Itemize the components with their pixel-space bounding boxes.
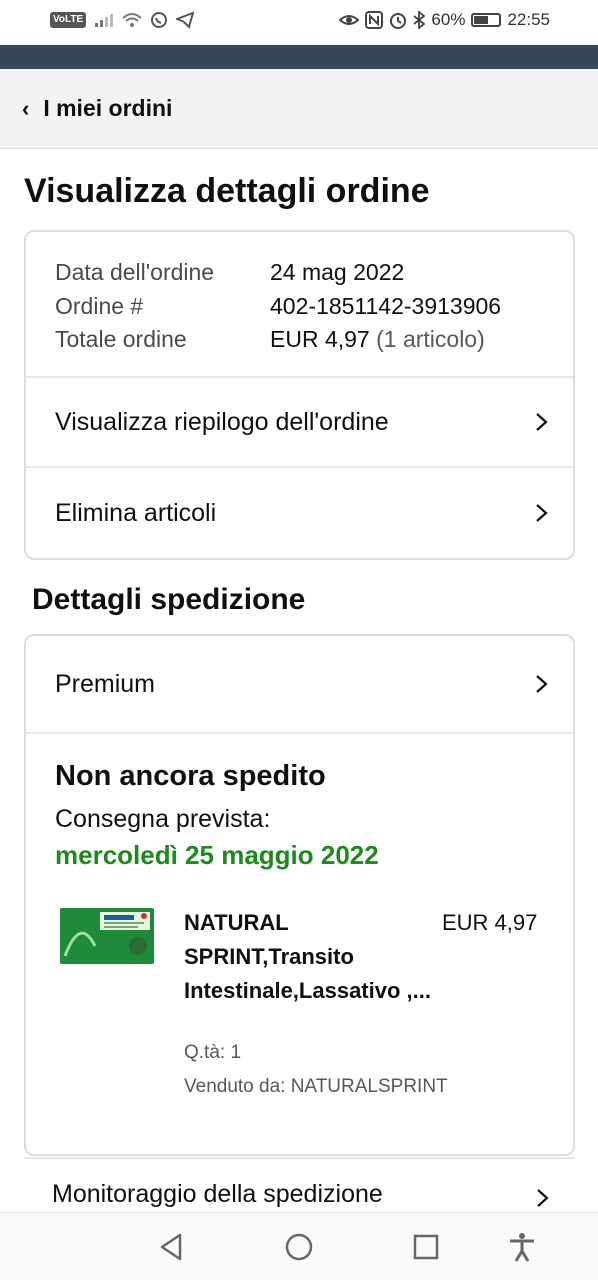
divider	[24, 1157, 575, 1159]
back-nav[interactable]: ‹ I miei ordini	[0, 69, 598, 149]
order-number-value: 402-1851142-3913906	[270, 292, 502, 319]
order-date-value: 24 mag 2022	[270, 259, 405, 286]
chevron-left-icon: ‹	[22, 95, 30, 121]
product-image[interactable]	[60, 906, 154, 966]
bluetooth-icon	[413, 11, 426, 29]
order-number-row: Ordine # 402-1851142-3913906	[55, 290, 573, 324]
order-date-row: Data dell'ordine 24 mag 2022	[55, 256, 573, 290]
product-quantity: Q.tà: 1	[184, 1042, 242, 1063]
status-right: 60% 22:55	[339, 10, 550, 30]
whatsapp-icon	[151, 12, 168, 28]
battery-level	[474, 16, 489, 24]
product-name[interactable]: NATURAL SPRINT,Transito Intestinale,Lass…	[184, 906, 434, 1008]
shipment-status: Non ancora spedito	[55, 760, 326, 792]
delete-items-label: Elimina articoli	[55, 498, 217, 527]
tracking-link[interactable]: Monitoraggio della spedizione	[52, 1180, 383, 1209]
wifi-icon	[122, 13, 142, 27]
chevron-right-icon	[536, 675, 548, 693]
battery-icon	[471, 13, 502, 27]
chevron-right-icon[interactable]	[532, 1188, 552, 1208]
order-total-label: Totale ordine	[55, 326, 187, 353]
order-total-row: Totale ordine EUR 4,97 (1 articolo)	[55, 323, 573, 357]
shipping-method-link[interactable]: Premium	[26, 636, 573, 734]
battery-percent: 60%	[431, 10, 466, 29]
product-price: EUR 4,97	[442, 910, 538, 935]
shipment-card: Premium Non ancora spedito Consegna prev…	[24, 634, 575, 1156]
telegram-icon	[176, 11, 195, 29]
delivery-label: Consegna prevista:	[55, 805, 271, 833]
delivery-date: mercoledì 25 maggio 2022	[55, 840, 379, 870]
order-info: Data dell'ordine 24 mag 2022 Ordine # 40…	[26, 232, 573, 378]
app-header-band	[0, 45, 598, 69]
status-bar: VoLTE 60% 22:55	[0, 0, 598, 45]
nfc-icon	[365, 11, 384, 29]
order-total-amount: EUR 4,97	[270, 326, 370, 353]
view-order-summary-link[interactable]: Visualizza riepilogo dell'ordine	[26, 378, 573, 468]
accessibility-icon[interactable]	[506, 1231, 538, 1263]
back-triangle-icon[interactable]	[156, 1231, 188, 1263]
order-info-card: Data dell'ordine 24 mag 2022 Ordine # 40…	[24, 230, 575, 560]
eye-icon	[339, 15, 360, 25]
view-order-summary-label: Visualizza riepilogo dell'ordine	[55, 407, 389, 436]
delete-items-link[interactable]: Elimina articoli	[26, 468, 573, 558]
order-date-label: Data dell'ordine	[55, 259, 215, 286]
signal-icon	[95, 14, 114, 27]
product-seller: Venduto da: NATURALSPRINT	[184, 1076, 448, 1097]
order-number-label: Ordine #	[55, 292, 144, 319]
chevron-right-icon	[536, 504, 548, 522]
page-title: Visualizza dettagli ordine	[24, 172, 430, 210]
shipping-method-label: Premium	[55, 669, 156, 698]
chevron-right-icon	[536, 413, 548, 431]
alarm-icon	[390, 13, 407, 29]
shipping-section-title: Dettagli spedizione	[32, 583, 306, 616]
volte-indicator: VoLTE	[50, 12, 87, 28]
clock: 22:55	[507, 10, 550, 29]
status-left: VoLTE	[50, 11, 195, 29]
order-total-value: EUR 4,97 (1 articolo)	[270, 326, 485, 353]
home-circle-icon[interactable]	[283, 1231, 315, 1263]
back-label[interactable]: I miei ordini	[43, 95, 172, 122]
recents-square-icon[interactable]	[410, 1231, 442, 1263]
order-total-items: (1 articolo)	[376, 326, 485, 353]
system-nav-bar	[0, 1212, 598, 1280]
